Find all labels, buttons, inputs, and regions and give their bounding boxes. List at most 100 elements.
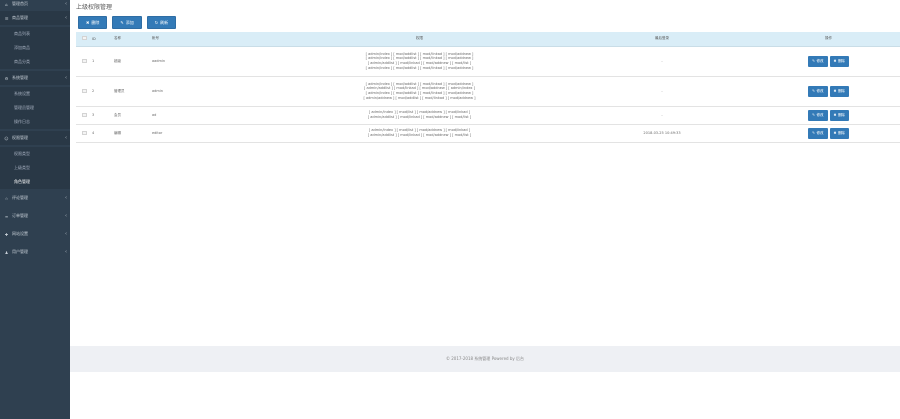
sidebar: ⌂ 管理首页 ‹ ☰ 商品管理 ‹ 商品列表 添加商品 商品分类 ⚙ 系统管理 … bbox=[0, 0, 70, 419]
edit-icon: ✎ bbox=[812, 113, 815, 117]
sub-item-operation-log[interactable]: 操作日志 bbox=[0, 115, 70, 129]
cell-id: 3 bbox=[92, 106, 114, 125]
delete-row-button[interactable]: ✖ 删除 bbox=[829, 85, 849, 97]
cell-account: ad bbox=[152, 106, 272, 125]
edit-button[interactable]: ✎ 修改 bbox=[808, 127, 828, 139]
edit-button[interactable]: ✎ 修改 bbox=[808, 109, 828, 121]
nav-item-label: 管理首页 bbox=[12, 1, 28, 6]
nav-item-label: 评论管理 bbox=[12, 195, 28, 200]
chevron-left-icon: ‹ bbox=[65, 231, 67, 237]
permission-line: [ admin/addnew ] [ mod/addlist ] [ mod/l… bbox=[363, 95, 476, 100]
refresh-button[interactable]: ↻ 刷新 bbox=[146, 16, 177, 29]
delete-row-button[interactable]: ✖ 删除 bbox=[829, 55, 849, 67]
cell-id: 1 bbox=[92, 46, 114, 77]
sub-item-permission-type[interactable]: 权限类型 bbox=[0, 147, 70, 161]
cell-last-login: - bbox=[567, 46, 757, 77]
nav-item-users[interactable]: ♟ 用户管理 ‹ bbox=[0, 245, 70, 259]
cell-permissions: [ admin/index ] [ mod/list ] [ mod/addne… bbox=[272, 106, 567, 125]
select-all-checkbox[interactable] bbox=[81, 36, 87, 41]
cell-actions: ✎ 修改 ✖ 删除 bbox=[757, 76, 900, 107]
wrench-icon: ✚ bbox=[4, 231, 9, 237]
sub-item-product-category[interactable]: 商品分类 bbox=[0, 55, 70, 69]
chevron-left-icon: ‹ bbox=[65, 249, 67, 255]
cell-permissions: [ admin/index ] [ mod/list ] [ mod/addne… bbox=[272, 124, 567, 143]
sub-item-add-product[interactable]: 添加商品 bbox=[0, 41, 70, 55]
close-icon: ✖ bbox=[833, 131, 837, 135]
nav-item-label: 系统管理 bbox=[12, 75, 28, 80]
nav-item-permissions[interactable]: ☺ 权限管理 ‹ bbox=[0, 131, 70, 145]
column-header-id: ID bbox=[92, 32, 114, 47]
cell-id: 2 bbox=[92, 76, 114, 107]
edit-icon: ✎ bbox=[812, 89, 815, 93]
cell-account: aadmin bbox=[152, 46, 272, 77]
edit-button-label: 修改 bbox=[816, 58, 824, 63]
column-header-account: 帐号 bbox=[152, 32, 272, 47]
edit-button-label: 修改 bbox=[816, 112, 824, 117]
delete-row-button[interactable]: ✖ 删除 bbox=[829, 109, 849, 121]
close-icon: ✖ bbox=[833, 59, 837, 63]
table-row: 4 编辑 editor [ admin/index ] [ mod/list ]… bbox=[76, 124, 900, 143]
chevron-left-icon: ‹ bbox=[65, 15, 67, 21]
nav-item-label: 网站设置 bbox=[12, 231, 28, 236]
cell-name: 超级 bbox=[114, 46, 152, 77]
column-header-select bbox=[76, 32, 92, 47]
cell-last-login: 2018-03-25 10:49:33 bbox=[567, 124, 757, 143]
gear-icon: ⚙ bbox=[4, 75, 9, 81]
sub-item-role-manage[interactable]: 角色管理 bbox=[0, 175, 70, 189]
nav-item-orders[interactable]: ≡ 订单管理 ‹ bbox=[0, 209, 70, 223]
nav-item-comments[interactable]: ☆ 评论管理 ‹ bbox=[0, 191, 70, 205]
cell-actions: ✎ 修改 ✖ 删除 bbox=[757, 106, 900, 125]
close-icon: ✖ bbox=[86, 20, 90, 25]
table-row: 3 会员 ad [ admin/index ] [ mod/list ] [ m… bbox=[76, 106, 900, 125]
sub-item-product-list[interactable]: 商品列表 bbox=[0, 27, 70, 41]
cell-actions: ✎ 修改 ✖ 删除 bbox=[757, 124, 900, 143]
add-button[interactable]: ✎ 添加 bbox=[112, 16, 142, 29]
nav-item-products[interactable]: ☰ 商品管理 ‹ bbox=[0, 11, 70, 25]
add-button-label: 添加 bbox=[125, 19, 134, 25]
sub-item-parent-type[interactable]: 上级类型 bbox=[0, 161, 70, 175]
nav-item-label: 商品管理 bbox=[12, 15, 28, 20]
submenu-products: 商品列表 添加商品 商品分类 bbox=[0, 27, 70, 69]
delete-row-button[interactable]: ✖ 删除 bbox=[829, 127, 849, 139]
cell-last-login: - bbox=[567, 76, 757, 107]
nav-item-site-settings[interactable]: ✚ 网站设置 ‹ bbox=[0, 227, 70, 241]
nav-item-label: 订单管理 bbox=[12, 213, 28, 218]
delete-button-label: 删除 bbox=[837, 130, 845, 135]
row-checkbox[interactable] bbox=[81, 88, 87, 93]
chevron-left-icon: ‹ bbox=[65, 135, 67, 141]
submenu-permissions: 权限类型 上级类型 角色管理 bbox=[0, 147, 70, 189]
row-checkbox[interactable] bbox=[81, 58, 87, 63]
sub-item-admin-manage[interactable]: 管理员管理 bbox=[0, 101, 70, 115]
chevron-left-icon: ‹ bbox=[65, 75, 67, 81]
close-icon: ✖ bbox=[833, 113, 837, 117]
cell-account: editor bbox=[152, 124, 272, 143]
cell-permissions: [ admin/index ] [ mod/addlist ] [ mod/li… bbox=[272, 76, 567, 107]
cell-name: 管理员 bbox=[114, 76, 152, 107]
column-header-name: 名称 bbox=[114, 32, 152, 47]
column-header-permissions: 权限 bbox=[272, 32, 567, 47]
permission-line: [ admin/addlist ] [ mod/linkad ] [ mod/a… bbox=[367, 133, 472, 137]
sub-item-system-settings[interactable]: 系统设置 bbox=[0, 87, 70, 101]
table-row: 2 管理员 admin [ admin/index ] [ mod/addlis… bbox=[76, 76, 900, 107]
delete-button[interactable]: ✖ 删除 bbox=[78, 16, 108, 29]
nav-item-label: 用户管理 bbox=[12, 249, 28, 254]
delete-button-label: 删除 bbox=[91, 19, 100, 25]
nav-item-label: 权限管理 bbox=[12, 135, 28, 140]
column-header-last-login: 最后登录 bbox=[567, 32, 757, 47]
edit-button[interactable]: ✎ 修改 bbox=[808, 55, 828, 67]
refresh-button-label: 刷新 bbox=[160, 19, 169, 25]
edit-button[interactable]: ✎ 修改 bbox=[808, 85, 828, 97]
row-checkbox[interactable] bbox=[81, 112, 87, 117]
permission-line: [ admin/index ] [ mod/addlist ] [ mod/li… bbox=[365, 65, 474, 70]
submenu-system: 系统设置 管理员管理 操作日志 bbox=[0, 87, 70, 129]
row-select-cell bbox=[76, 106, 92, 125]
nav-item-home[interactable]: ⌂ 管理首页 ‹ bbox=[0, 0, 70, 11]
row-checkbox[interactable] bbox=[81, 130, 87, 135]
cell-id: 4 bbox=[92, 124, 114, 143]
page-title: 上级权限管理 bbox=[76, 4, 113, 11]
edit-icon: ✎ bbox=[812, 59, 815, 63]
nav-item-system[interactable]: ⚙ 系统管理 ‹ bbox=[0, 71, 70, 85]
row-select-cell bbox=[76, 46, 92, 77]
column-header-actions: 操作 bbox=[757, 32, 900, 47]
close-icon: ✖ bbox=[833, 89, 837, 93]
